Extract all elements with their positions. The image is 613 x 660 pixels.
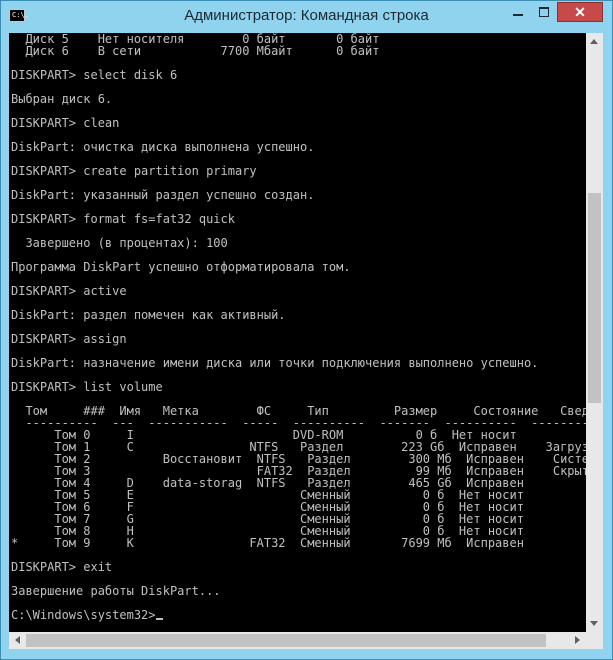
console-line: DISKPART> create partition primary — [11, 164, 257, 178]
minimize-button[interactable] — [505, 2, 531, 22]
console-line: DISKPART> list volume — [11, 380, 163, 394]
scroll-right-arrow-icon[interactable] — [569, 632, 586, 649]
scroll-left-arrow-icon[interactable] — [9, 632, 26, 649]
scrollbar-corner — [586, 632, 603, 649]
text-cursor — [155, 618, 163, 620]
console-window: C:\. Администратор: Командная строка ✕ Д… — [0, 0, 613, 660]
console-line: Диск 6 В сети 7700 Мбайт 0 байт — [11, 44, 380, 58]
console-line: Завершение работы DiskPart... — [11, 584, 221, 598]
console-line: DISKPART> format fs=fat32 quick — [11, 212, 235, 226]
vertical-scroll-thumb[interactable] — [588, 193, 601, 403]
vertical-scrollbar[interactable] — [586, 33, 603, 632]
scroll-up-arrow-icon[interactable] — [586, 33, 603, 50]
console-line: DiskPart: очистка диска выполнена успешн… — [11, 140, 315, 154]
console-line: Выбран диск 6. — [11, 92, 113, 106]
horizontal-scrollbar[interactable] — [9, 632, 586, 649]
close-button[interactable]: ✕ — [557, 2, 603, 22]
console-line: Завершено (в процентах): 100 — [11, 236, 228, 250]
console-line: Программа DiskPart успешно отформатирова… — [11, 260, 351, 274]
console-lines: Диск 5 Нет носителя 0 байт 0 байт Диск 6… — [11, 33, 586, 621]
console-line: DISKPART> select disk 6 — [11, 68, 178, 82]
console-output[interactable]: Диск 5 Нет носителя 0 байт 0 байт Диск 6… — [9, 33, 586, 632]
console-line: C:\Windows\system32> — [11, 609, 586, 621]
console-line: DiskPart: назначение имени диска или точ… — [11, 356, 539, 370]
console-line: DISKPART> exit — [11, 560, 113, 574]
close-icon: ✕ — [574, 4, 586, 20]
console-line: DiskPart: раздел помечен как активный. — [11, 308, 286, 322]
scroll-down-arrow-icon[interactable] — [586, 615, 603, 632]
console-line: DISKPART> active — [11, 284, 127, 298]
title-bar[interactable]: C:\. Администратор: Командная строка ✕ — [1, 1, 612, 33]
console-line: DISKPART> clean — [11, 116, 120, 130]
console-line: DISKPART> assign — [11, 332, 127, 346]
maximize-button[interactable] — [531, 2, 557, 22]
console-line: DiskPart: указанный раздел успешно созда… — [11, 188, 315, 202]
horizontal-scroll-thumb[interactable] — [26, 634, 546, 647]
console-line: * Том 9 K FAT32 Сменный 7699 Мб Исправен — [11, 536, 524, 550]
